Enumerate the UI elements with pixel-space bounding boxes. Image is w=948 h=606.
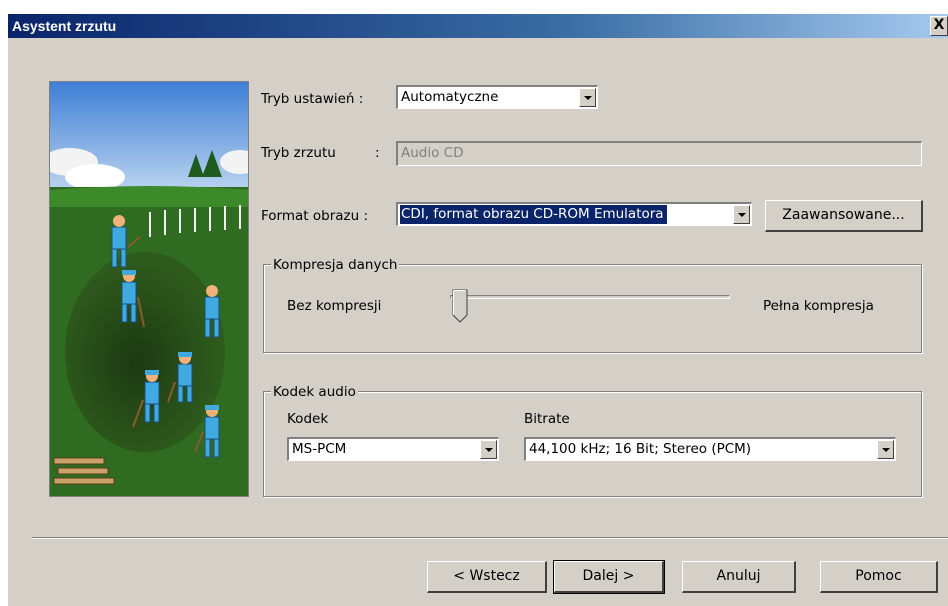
chevron-down-icon[interactable]: [579, 88, 596, 107]
advanced-button[interactable]: Zaawansowane...: [765, 200, 923, 232]
next-button[interactable]: Dalej >: [553, 560, 665, 594]
dump-mode-label: Tryb zrzutu: [261, 145, 336, 161]
bitrate-select-value: 44,100 kHz; 16 Bit; Stereo (PCM): [529, 441, 752, 457]
codec-select[interactable]: MS-PCM: [287, 437, 499, 461]
dump-mode-colon: :: [375, 145, 380, 161]
mode-select[interactable]: Automatyczne: [396, 85, 598, 109]
compression-min-label: Bez kompresji: [287, 298, 382, 314]
compression-slider-thumb[interactable]: [452, 289, 468, 323]
chevron-down-icon[interactable]: [733, 205, 750, 224]
dump-mode-field: Audio CD: [396, 141, 922, 166]
codec-label: Kodek: [287, 411, 329, 427]
chevron-down-icon[interactable]: [480, 440, 497, 459]
audio-codec-group-label: Kodek audio: [271, 384, 358, 400]
codec-select-value: MS-PCM: [292, 441, 347, 457]
bitrate-select[interactable]: 44,100 kHz; 16 Bit; Stereo (PCM): [524, 437, 896, 461]
format-label: Format obrazu :: [261, 208, 368, 224]
window-title: Asystent zrzutu: [12, 18, 117, 34]
footer-separator: [32, 537, 948, 539]
close-button[interactable]: X: [930, 16, 948, 36]
help-button[interactable]: Pomoc: [820, 561, 938, 593]
compression-max-label: Pełna kompresja: [763, 298, 874, 314]
dump-mode-value: Audio CD: [401, 145, 464, 161]
format-select-value: CDI, format obrazu CD-ROM Emulatora: [399, 204, 668, 225]
chevron-down-icon[interactable]: [877, 440, 894, 459]
back-button[interactable]: < Wstecz: [427, 561, 547, 593]
compression-group-label: Kompresja danych: [271, 257, 400, 273]
wizard-illustration: [49, 81, 249, 497]
mode-select-value: Automatyczne: [401, 89, 499, 105]
title-bar: Asystent zrzutu X: [8, 14, 948, 38]
field-workers-image: [50, 82, 248, 496]
cancel-button[interactable]: Anuluj: [682, 561, 796, 593]
compression-slider-track[interactable]: [450, 295, 730, 299]
bitrate-label: Bitrate: [524, 411, 570, 427]
format-select[interactable]: CDI, format obrazu CD-ROM Emulatora: [396, 202, 752, 226]
mode-label: Tryb ustawień :: [261, 91, 364, 107]
